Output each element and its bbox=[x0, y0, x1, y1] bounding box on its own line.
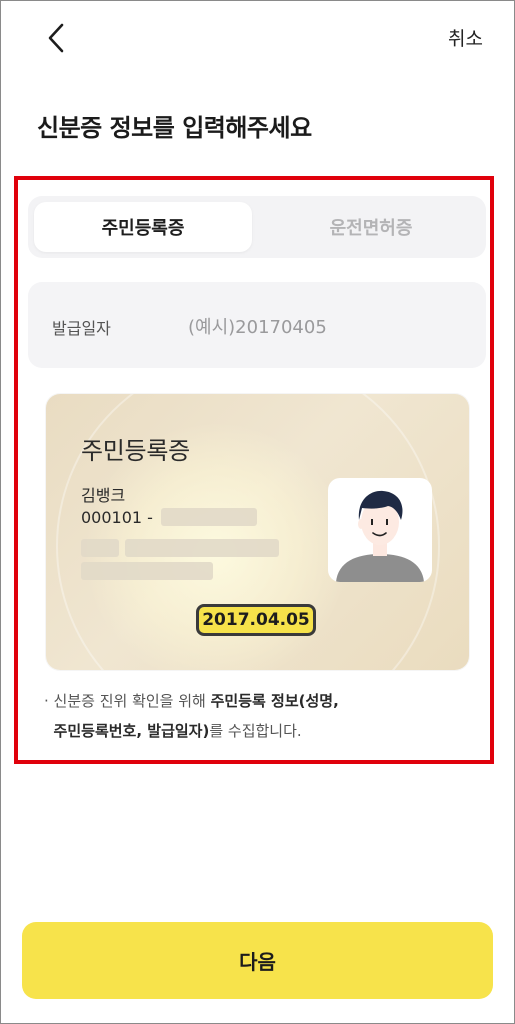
issue-date-field[interactable]: 발급일자 (예시)20170405 bbox=[28, 282, 486, 368]
notice-bold-text: 주민등록번호, 발급일자) bbox=[53, 722, 210, 740]
id-type-tabs: 주민등록증 운전면허증 bbox=[28, 196, 486, 258]
masked-id-number bbox=[161, 508, 257, 526]
id-card-illustration: 주민등록증 김뱅크 000101 - 2017.04.05 bbox=[46, 394, 469, 670]
chevron-left-icon bbox=[48, 23, 64, 53]
person-avatar-icon bbox=[336, 490, 424, 582]
card-title: 주민등록증 bbox=[81, 437, 190, 465]
issue-date-label: 발급일자 bbox=[52, 319, 111, 338]
issue-date-placeholder: (예시)20170405 bbox=[188, 317, 327, 338]
card-id-number: 000101 - bbox=[81, 508, 153, 527]
privacy-notice: · 신분증 진위 확인을 위해 주민등록 정보(성명, 주민등록번호, 발급일자… bbox=[44, 686, 474, 746]
issue-date-badge: 2017.04.05 bbox=[196, 604, 316, 636]
next-button[interactable]: 다음 bbox=[22, 922, 493, 999]
page-title: 신분증 정보를 입력해주세요 bbox=[37, 114, 312, 142]
cancel-button[interactable]: 취소 bbox=[448, 24, 483, 51]
back-button[interactable] bbox=[38, 18, 74, 58]
notice-text: · 신분증 진위 확인을 위해 bbox=[44, 692, 211, 710]
masked-address-line bbox=[81, 562, 213, 580]
id-photo bbox=[328, 478, 432, 582]
tab-driver-license[interactable]: 운전면허증 bbox=[262, 202, 480, 252]
notice-bold-text: 주민등록 정보(성명, bbox=[210, 692, 339, 710]
notice-text: 를 수집합니다. bbox=[209, 722, 302, 740]
masked-address-line bbox=[81, 539, 119, 557]
masked-address-line bbox=[125, 539, 279, 557]
card-holder-name: 김뱅크 bbox=[81, 486, 126, 505]
tab-resident-card[interactable]: 주민등록증 bbox=[34, 202, 252, 252]
